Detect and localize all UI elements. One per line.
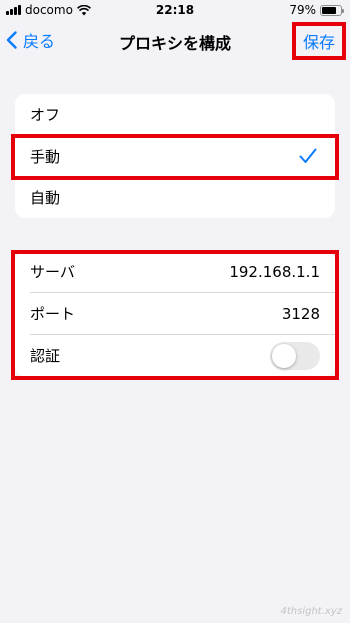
watermark: 4thsight.xyz <box>280 606 342 617</box>
highlight-frame-manual <box>11 134 339 180</box>
mode-option-label: オフ <box>30 106 61 124</box>
battery-fill <box>322 6 337 14</box>
mode-option-off[interactable]: オフ <box>15 94 335 135</box>
mode-option-auto[interactable]: 自動 <box>15 177 335 218</box>
battery-icon <box>320 4 344 16</box>
save-button[interactable]: 保存 <box>292 22 346 60</box>
highlight-frame-settings <box>11 250 339 380</box>
navigation-bar: 戻る プロキシを構成 保存 <box>0 20 350 62</box>
mode-option-label: 自動 <box>30 189 61 207</box>
status-bar: docomo 22:18 79% <box>0 0 350 20</box>
status-right: 79% <box>289 3 344 17</box>
battery-percent: 79% <box>289 3 316 17</box>
